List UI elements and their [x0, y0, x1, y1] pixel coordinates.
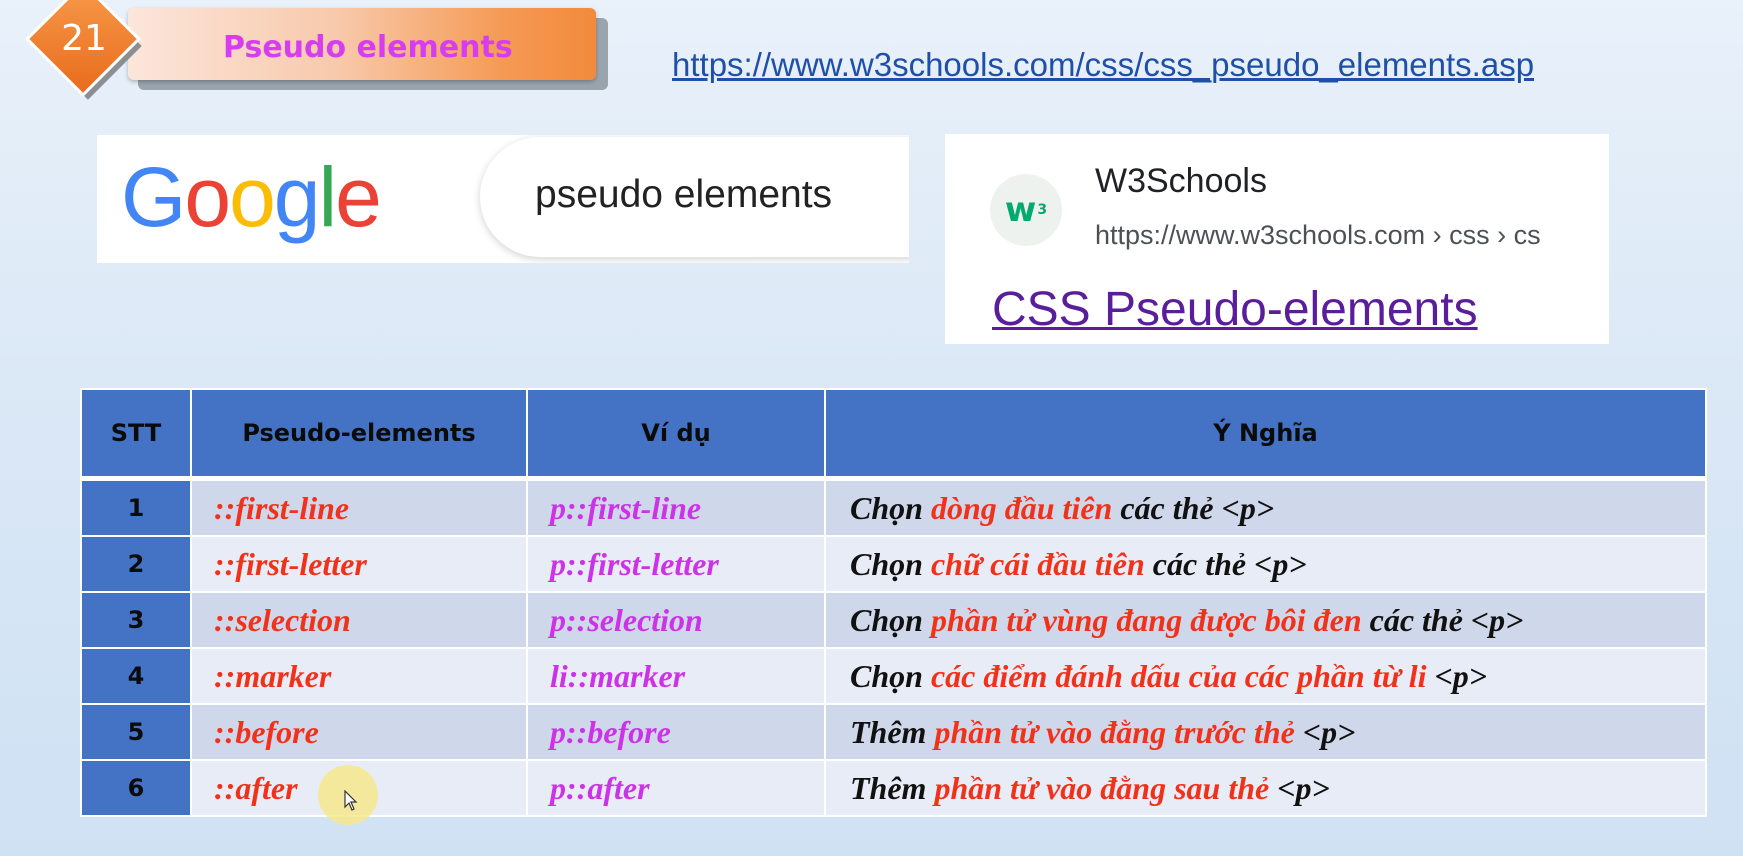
search-input[interactable]: pseudo elements	[480, 137, 909, 257]
pseudo-element-cell: ::marker	[190, 647, 528, 705]
meaning-suffix: các thẻ <p>	[1112, 489, 1275, 526]
w3schools-favicon-icon: w3	[990, 174, 1062, 246]
meaning-prefix: Chọn	[850, 545, 931, 582]
google-logo-letter: g	[273, 150, 321, 244]
pseudo-elements-table: STT Pseudo-elements Ví dụ Ý Nghĩa 1 ::fi…	[80, 388, 1707, 817]
column-header-example: Ví dụ	[526, 388, 826, 481]
table-row: 4 ::marker li::marker Chọn các điểm đánh…	[80, 647, 1707, 705]
result-breadcrumb: https://www.w3schools.com › css › cs	[1095, 220, 1541, 250]
meaning-highlight: phần tử vào đằng sau thẻ	[934, 769, 1270, 806]
meaning-suffix: các thẻ <p>	[1144, 545, 1307, 582]
meaning-highlight: chữ cái đầu tiên	[930, 545, 1145, 582]
google-logo-letter: o	[229, 150, 276, 244]
meaning-highlight: phần tử vùng đang được bôi đen	[930, 601, 1362, 638]
meaning-cell: Chọn dòng đầu tiên các thẻ <p>	[824, 477, 1707, 537]
meaning-cell: Chọn các điểm đánh dấu của các phần từ l…	[824, 647, 1707, 705]
google-logo-letter: e	[335, 150, 382, 244]
example-cell: p::selection	[526, 591, 826, 649]
example-cell: p::first-line	[526, 477, 826, 537]
column-header-pseudo: Pseudo-elements	[190, 388, 528, 481]
meaning-prefix: Chọn	[850, 657, 931, 694]
table-header-row: STT Pseudo-elements Ví dụ Ý Nghĩa	[80, 388, 1707, 481]
row-number: 6	[80, 759, 192, 817]
column-header-meaning: Ý Nghĩa	[824, 388, 1707, 481]
mouse-pointer-icon	[344, 790, 358, 811]
lesson-header: Pseudo elements 21	[25, 0, 608, 100]
meaning-prefix: Chọn	[850, 489, 931, 526]
search-query-text: pseudo elements	[535, 173, 833, 216]
row-number: 3	[80, 591, 192, 649]
w3schools-favicon-sup: 3	[1037, 202, 1048, 218]
result-title-link[interactable]: CSS Pseudo-elements	[992, 282, 1478, 337]
meaning-prefix: Thêm	[850, 769, 935, 806]
pseudo-element-cell: ::first-letter	[190, 535, 528, 593]
table-row: 2 ::first-letter p::first-letter Chọn ch…	[80, 535, 1707, 593]
lesson-number: 21	[61, 18, 107, 59]
meaning-highlight: các điểm đánh dấu của các phần từ li	[930, 657, 1427, 694]
meaning-prefix: Chọn	[850, 601, 931, 638]
w3schools-favicon-letter: w	[1004, 190, 1037, 230]
row-number: 5	[80, 703, 192, 761]
meaning-suffix: các thẻ <p>	[1361, 601, 1524, 638]
lesson-title: Pseudo elements	[223, 30, 513, 65]
table-row: 1 ::first-line p::first-line Chọn dòng đ…	[80, 477, 1707, 537]
meaning-cell: Chọn chữ cái đầu tiên các thẻ <p>	[824, 535, 1707, 593]
search-result-panel: w3 W3Schools https://www.w3schools.com ›…	[945, 134, 1609, 344]
pseudo-element-cell: ::selection	[190, 591, 528, 649]
meaning-cell: Thêm phần tử vào đằng sau thẻ <p>	[824, 759, 1707, 817]
table-row: 5 ::before p::before Thêm phần tử vào đằ…	[80, 703, 1707, 761]
meaning-suffix: <p>	[1294, 713, 1356, 750]
row-number: 2	[80, 535, 192, 593]
reference-url-link[interactable]: https://www.w3schools.com/css/css_pseudo…	[672, 46, 1534, 84]
example-cell: p::before	[526, 703, 826, 761]
result-site-name: W3Schools	[1095, 162, 1267, 200]
meaning-suffix: <p>	[1269, 769, 1330, 806]
google-logo: Google	[121, 149, 382, 246]
meaning-cell: Chọn phần tử vùng đang được bôi đen các …	[824, 591, 1707, 649]
pseudo-element-cell: ::before	[190, 703, 528, 761]
google-search-panel: Google pseudo elements	[97, 135, 909, 263]
google-logo-letter: G	[121, 150, 186, 244]
meaning-prefix: Thêm	[850, 713, 935, 750]
column-header-stt: STT	[80, 388, 192, 481]
meaning-suffix: <p>	[1426, 657, 1488, 694]
meaning-highlight: dòng đầu tiên	[930, 489, 1113, 526]
row-number: 4	[80, 647, 192, 705]
google-logo-letter: l	[318, 150, 338, 244]
table-row: 3 ::selection p::selection Chọn phần tử …	[80, 591, 1707, 649]
example-cell: p::after	[526, 759, 826, 817]
pseudo-element-cell: ::first-line	[190, 477, 528, 537]
meaning-cell: Thêm phần tử vào đằng trước thẻ <p>	[824, 703, 1707, 761]
example-cell: p::first-letter	[526, 535, 826, 593]
google-logo-letter: o	[184, 150, 231, 244]
example-cell: li::marker	[526, 647, 826, 705]
meaning-highlight: phần tử vào đằng trước thẻ	[934, 713, 1295, 750]
row-number: 1	[80, 477, 192, 537]
